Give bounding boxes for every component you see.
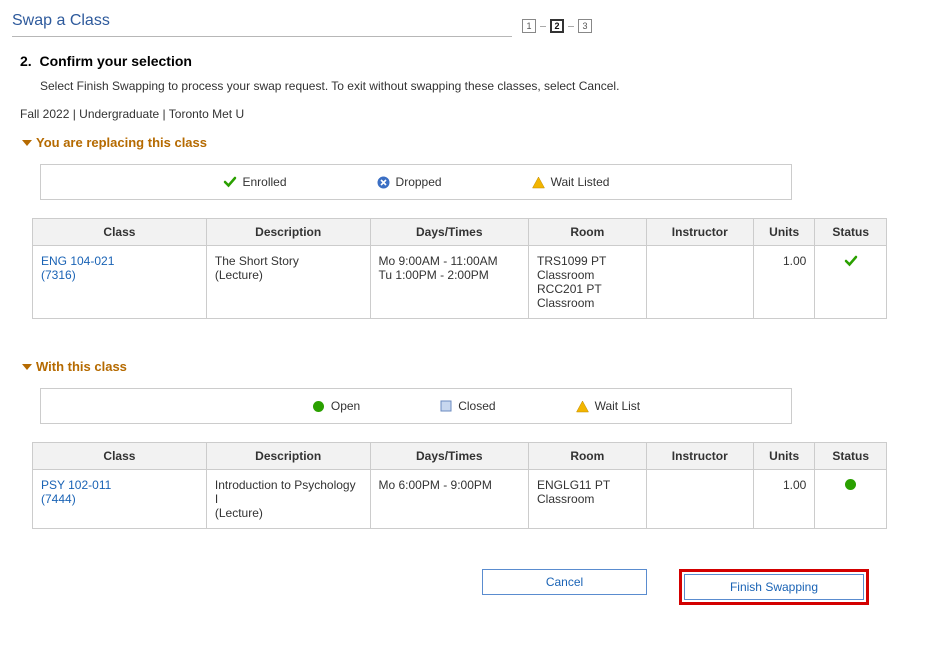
col-description: Description [206, 443, 370, 470]
legend-closed-label: Closed [458, 399, 495, 413]
days-times-1: Mo 9:00AM - 11:00AM [379, 254, 498, 268]
term-line: Fall 2022 | Undergraduate | Toronto Met … [20, 107, 924, 121]
closed-icon [440, 400, 452, 412]
col-days-times: Days/Times [370, 443, 529, 470]
replacing-collapse-header[interactable]: You are replacing this class [22, 135, 924, 150]
step-3: 3 [578, 19, 592, 33]
days-times-1: Mo 6:00PM - 9:00PM [379, 478, 492, 492]
table-row: PSY 102-011 (7444) Introduction to Psych… [33, 470, 887, 529]
step-1: 1 [522, 19, 536, 33]
col-room: Room [529, 219, 647, 246]
enrolled-icon [223, 175, 237, 189]
legend-waitlist-label: Wait List [595, 399, 641, 413]
col-units: Units [754, 443, 815, 470]
status-cell [815, 470, 887, 529]
col-class: Class [33, 219, 207, 246]
enroll-status-legend: Enrolled Dropped Wait Listed [40, 164, 792, 200]
room-1: ENGLG11 PT Classroom [537, 478, 610, 506]
cancel-button[interactable]: Cancel [482, 569, 647, 595]
col-status: Status [815, 443, 887, 470]
action-button-row: Cancel Finish Swapping [482, 569, 924, 605]
waitlisted-icon [532, 176, 545, 189]
table-header-row: Class Description Days/Times Room Instru… [33, 219, 887, 246]
days-times-2: Tu 1:00PM - 2:00PM [379, 268, 489, 282]
section-number: 2. [20, 53, 32, 69]
table-header-row: Class Description Days/Times Room Instru… [33, 443, 887, 470]
step-2: 2 [550, 19, 564, 33]
step-separator [540, 26, 546, 27]
col-units: Units [754, 219, 815, 246]
units-cell: 1.00 [754, 246, 815, 319]
step-separator [568, 26, 574, 27]
class-desc-type: (Lecture) [215, 506, 263, 520]
col-status: Status [815, 219, 887, 246]
units-cell: 1.00 [754, 470, 815, 529]
class-desc-title: Introduction to Psychology I [215, 478, 356, 506]
col-description: Description [206, 219, 370, 246]
dropped-icon [377, 176, 390, 189]
with-class-table: Class Description Days/Times Room Instru… [32, 442, 887, 529]
open-icon [312, 400, 325, 413]
col-instructor: Instructor [646, 219, 753, 246]
legend-open-label: Open [331, 399, 360, 413]
chevron-down-icon [22, 140, 32, 146]
class-link[interactable]: ENG 104-021 [41, 254, 114, 268]
legend-enrolled-label: Enrolled [243, 175, 287, 189]
with-class-collapse-header[interactable]: With this class [22, 359, 924, 374]
class-nbr-link[interactable]: (7444) [41, 492, 76, 506]
col-instructor: Instructor [646, 443, 753, 470]
instructions-text: Select Finish Swapping to process your s… [40, 79, 660, 93]
legend-dropped-label: Dropped [396, 175, 442, 189]
legend-waitlisted-label: Wait Listed [551, 175, 610, 189]
class-link[interactable]: PSY 102-011 [41, 478, 111, 492]
replacing-class-table: Class Description Days/Times Room Instru… [32, 218, 887, 319]
col-room: Room [529, 443, 647, 470]
chevron-down-icon [22, 364, 32, 370]
with-class-header-label: With this class [36, 359, 127, 374]
room-1: TRS1099 PT Classroom [537, 254, 606, 282]
class-nbr-link[interactable]: (7316) [41, 268, 76, 282]
finish-swapping-highlight: Finish Swapping [679, 569, 869, 605]
section-heading: 2. Confirm your selection [20, 53, 924, 69]
instructor-cell [646, 470, 753, 529]
section-title: Confirm your selection [39, 53, 191, 69]
page-title: Swap a Class [12, 12, 512, 37]
col-class: Class [33, 443, 207, 470]
class-desc-title: The Short Story [215, 254, 299, 268]
class-desc-type: (Lecture) [215, 268, 263, 282]
enrolled-icon [844, 254, 858, 268]
status-cell [815, 246, 887, 319]
waitlist-icon [576, 400, 589, 413]
availability-legend: Open Closed Wait List [40, 388, 792, 424]
instructor-cell [646, 246, 753, 319]
replacing-header-label: You are replacing this class [36, 135, 207, 150]
room-2: RCC201 PT Classroom [537, 282, 601, 310]
table-row: ENG 104-021 (7316) The Short Story (Lect… [33, 246, 887, 319]
finish-swapping-button[interactable]: Finish Swapping [684, 574, 864, 600]
col-days-times: Days/Times [370, 219, 529, 246]
stepper: 1 2 3 [522, 19, 924, 33]
open-icon [844, 478, 857, 491]
